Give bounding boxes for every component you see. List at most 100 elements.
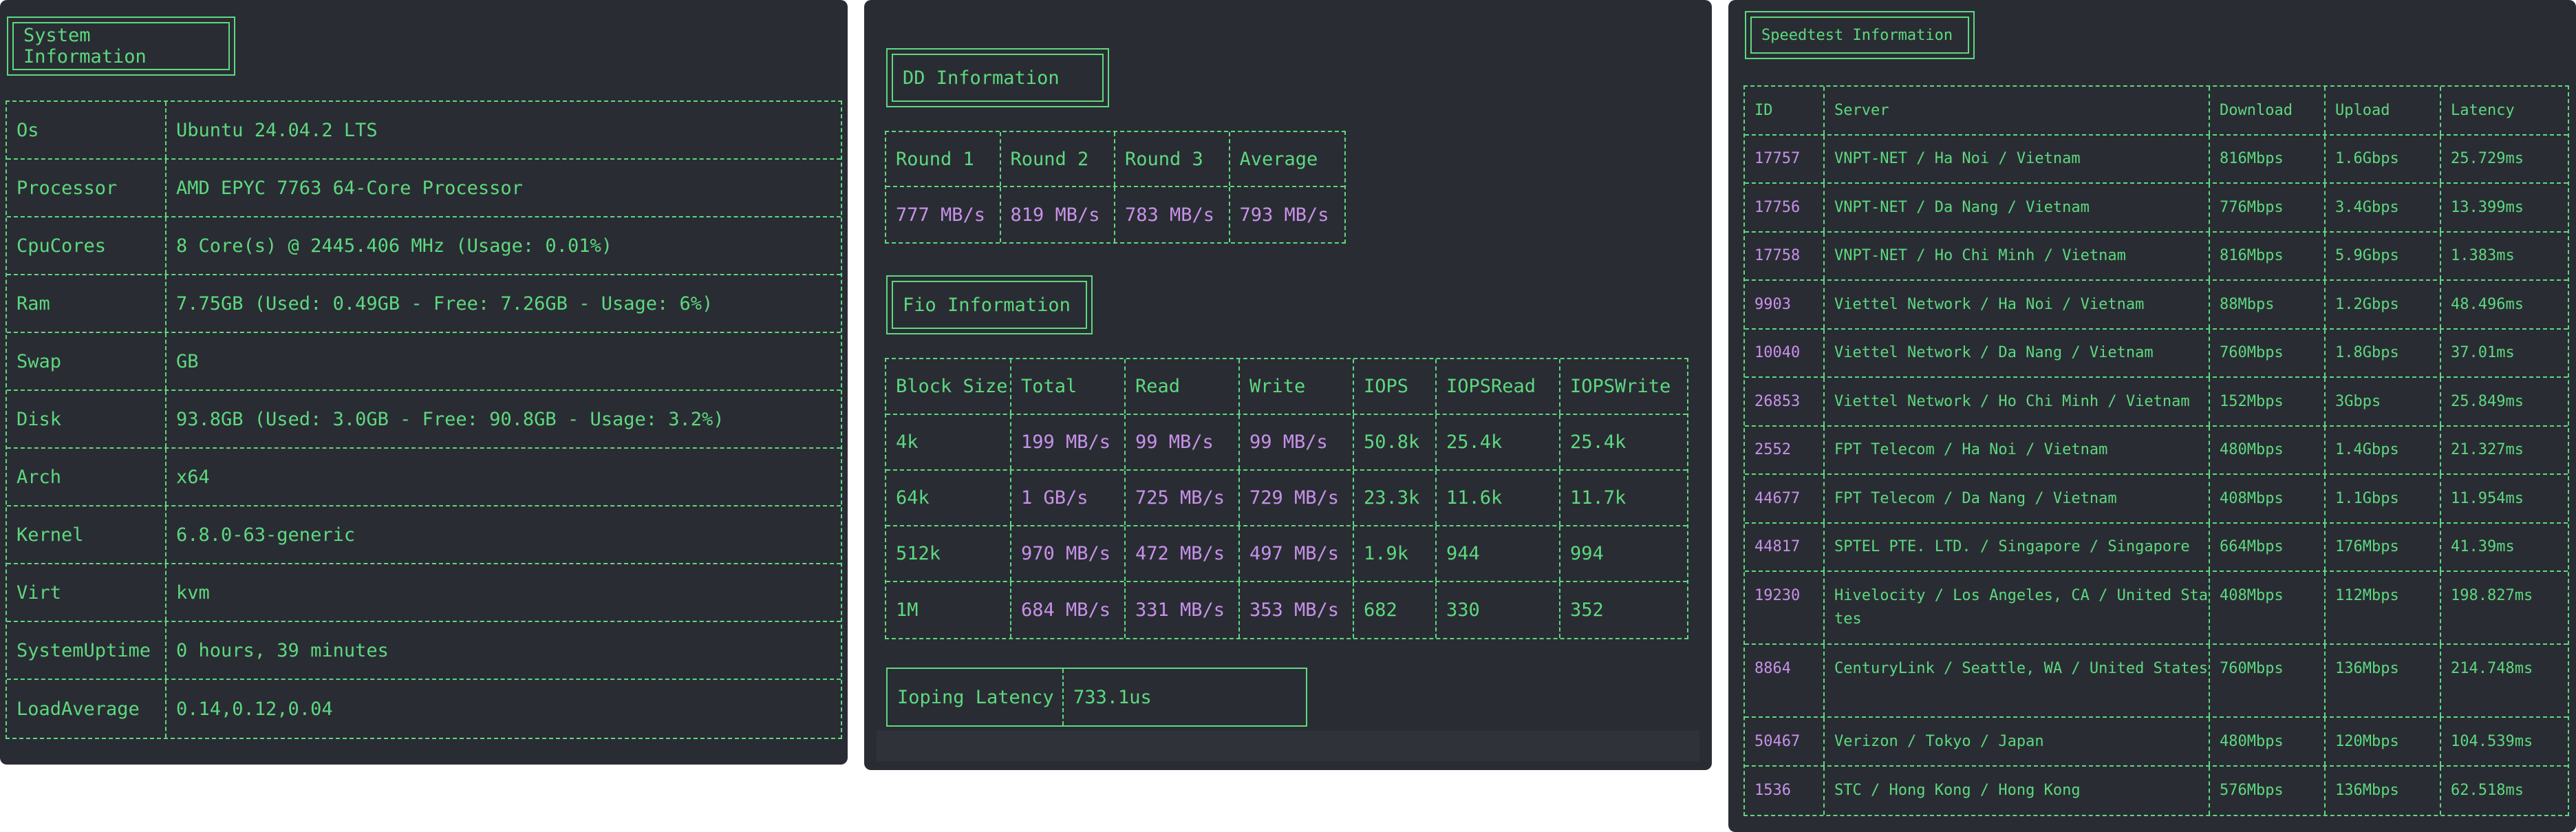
table-cell: 11.7k	[1570, 487, 1627, 509]
column-header: Round 3	[1115, 132, 1230, 186]
table-row: Kernel 6.8.0-63-generic	[7, 506, 841, 564]
ioping-latency-box: Ioping Latency 733.1us	[886, 668, 1307, 727]
table-row: 44677 FPT Telecom / Da Nang / Vietnam 40…	[1745, 475, 2568, 524]
upload-speed: 3Gbps	[2326, 378, 2441, 425]
server-id: 10040	[1745, 329, 1825, 376]
server-name: VNPT-NET / Da Nang / Vietnam	[1825, 184, 2210, 231]
row-value: AMD EPYC 7763 64-Core Processor	[176, 177, 523, 199]
column-header: Average	[1239, 148, 1318, 170]
server-id: 44817	[1745, 523, 1825, 570]
upload-speed: 1.6Gbps	[2326, 135, 2441, 182]
upload-speed: 1.1Gbps	[2326, 475, 2441, 522]
row-value: 0.14,0.12,0.04	[176, 698, 333, 720]
latency: 62.518ms	[2451, 782, 2524, 800]
row-value: x64	[176, 466, 210, 488]
column-header: Read	[1126, 359, 1240, 414]
table-cell: 1M	[886, 582, 1011, 638]
server-id: 17757	[1745, 135, 1825, 182]
table-row: Disk 93.8GB (Used: 3.0GB - Free: 90.8GB -…	[7, 391, 841, 449]
download-speed: 480Mbps	[2210, 426, 2326, 473]
table-cell: 684 MB/s	[1011, 582, 1126, 638]
table-row: LoadAverage 0.14,0.12,0.04	[7, 680, 841, 738]
server-id: 26853	[1745, 378, 1825, 425]
dd-info-table: Round 1 Round 2 Round 3 Average 777 MB/s…	[885, 131, 1346, 244]
column-header: Total	[1011, 359, 1126, 414]
download-speed: 408Mbps	[2210, 475, 2326, 522]
latency: 21.327ms	[2451, 441, 2524, 459]
table-cell: 783 MB/s	[1115, 187, 1230, 242]
table-row: 26853 Viettel Network / Ho Chi Minh / Vi…	[1745, 378, 2568, 427]
table-row: 17758 VNPT-NET / Ho Chi Minh / Vietnam 8…	[1745, 232, 2568, 281]
row-value: 0 hours, 39 minutes	[176, 639, 389, 661]
table-cell: 944	[1437, 526, 1560, 581]
column-header: IOPSRead	[1437, 359, 1560, 414]
upload-speed: 3.4Gbps	[2326, 184, 2441, 231]
speedtest-table: ID Server Download Upload Latency 17757 …	[1743, 85, 2569, 816]
column-header: IOPS	[1354, 359, 1437, 414]
latency: 104.539ms	[2451, 732, 2533, 750]
table-row: 1536 STC / Hong Kong / Hong Kong 576Mbps…	[1745, 766, 2568, 815]
table-cell: 23.3k	[1354, 471, 1437, 525]
fio-info-table: Block Size Total Read Write IOPS IOPSRea…	[885, 358, 1688, 639]
download-speed: 760Mbps	[2210, 645, 2326, 716]
table-header-row: Block Size Total Read Write IOPS IOPSRea…	[886, 359, 1687, 415]
upload-speed: 136Mbps	[2326, 645, 2441, 716]
table-cell: 994	[1570, 543, 1604, 564]
table-cell: 1 GB/s	[1011, 471, 1126, 525]
server-name: CenturyLink / Seattle, WA / United State…	[1825, 645, 2210, 716]
table-cell: 777 MB/s	[886, 187, 1001, 242]
download-speed: 88Mbps	[2210, 281, 2326, 328]
table-row: 4k 199 MB/s 99 MB/s 99 MB/s 50.8k 25.4k …	[886, 415, 1687, 471]
download-speed: 152Mbps	[2210, 378, 2326, 425]
table-header-row: Round 1 Round 2 Round 3 Average	[886, 132, 1344, 187]
table-cell: 472 MB/s	[1126, 526, 1240, 581]
download-speed: 664Mbps	[2210, 523, 2326, 570]
column-header: Upload	[2326, 87, 2441, 134]
server-id: 1536	[1745, 766, 1825, 815]
server-name: FPT Telecom / Ha Noi / Vietnam	[1825, 426, 2210, 473]
latency: 41.39ms	[2451, 538, 2515, 556]
latency: 13.399ms	[2451, 198, 2524, 216]
ioping-label: Ioping Latency	[888, 669, 1064, 725]
table-cell: 725 MB/s	[1126, 471, 1240, 525]
disk-info-panel: DD Information Round 1 Round 2 Round 3 A…	[864, 0, 1712, 770]
row-label: Kernel	[7, 506, 167, 563]
row-label: Swap	[7, 333, 167, 390]
table-row: 1M 684 MB/s 331 MB/s 353 MB/s 682 330 35…	[886, 582, 1687, 638]
speedtest-title: Speedtest Information	[1745, 11, 1975, 59]
row-label: Os	[7, 102, 167, 158]
download-speed: 480Mbps	[2210, 718, 2326, 765]
table-row: 17757 VNPT-NET / Ha Noi / Vietnam 816Mbp…	[1745, 135, 2568, 184]
row-value: 6.8.0-63-generic	[176, 524, 356, 546]
row-label: Ram	[7, 275, 167, 332]
table-row: 44817 SPTEL PTE. LTD. / Singapore / Sing…	[1745, 523, 2568, 572]
row-value: 7.75GB (Used: 0.49GB - Free: 7.26GB - Us…	[176, 292, 713, 314]
server-name: Viettel Network / Ha Noi / Vietnam	[1825, 281, 2210, 328]
server-name: Viettel Network / Da Nang / Vietnam	[1825, 329, 2210, 376]
row-label: Arch	[7, 449, 167, 505]
table-row: 777 MB/s 819 MB/s 783 MB/s 793 MB/s	[886, 187, 1344, 242]
table-row: CpuCores 8 Core(s) @ 2445.406 MHz (Usage:…	[7, 217, 841, 275]
column-header: Round 1	[886, 132, 1001, 186]
table-header-row: ID Server Download Upload Latency	[1745, 87, 2568, 136]
table-cell: 353 MB/s	[1240, 582, 1354, 638]
table-cell: 25.4k	[1570, 431, 1627, 453]
upload-speed: 5.9Gbps	[2326, 232, 2441, 279]
table-row: 8864 CenturyLink / Seattle, WA / United …	[1745, 645, 2568, 718]
row-value: kvm	[176, 582, 210, 604]
row-value: 93.8GB (Used: 3.0GB - Free: 90.8GB - Usa…	[176, 408, 724, 430]
table-row: Virt kvm	[7, 564, 841, 622]
table-row: 512k 970 MB/s 472 MB/s 497 MB/s 1.9k 944…	[886, 526, 1687, 582]
latency: 48.496ms	[2451, 295, 2524, 313]
server-id: 17758	[1745, 232, 1825, 279]
table-cell: 50.8k	[1354, 415, 1437, 469]
table-row: 17756 VNPT-NET / Da Nang / Vietnam 776Mb…	[1745, 184, 2568, 233]
table-cell: 819 MB/s	[1001, 187, 1115, 242]
upload-speed: 1.2Gbps	[2326, 281, 2441, 328]
server-name: STC / Hong Kong / Hong Kong	[1825, 766, 2210, 815]
row-label: CpuCores	[7, 217, 167, 274]
download-speed: 776Mbps	[2210, 184, 2326, 231]
table-cell: 25.4k	[1437, 415, 1560, 469]
table-cell: 4k	[886, 415, 1011, 469]
upload-speed: 120Mbps	[2326, 718, 2441, 765]
